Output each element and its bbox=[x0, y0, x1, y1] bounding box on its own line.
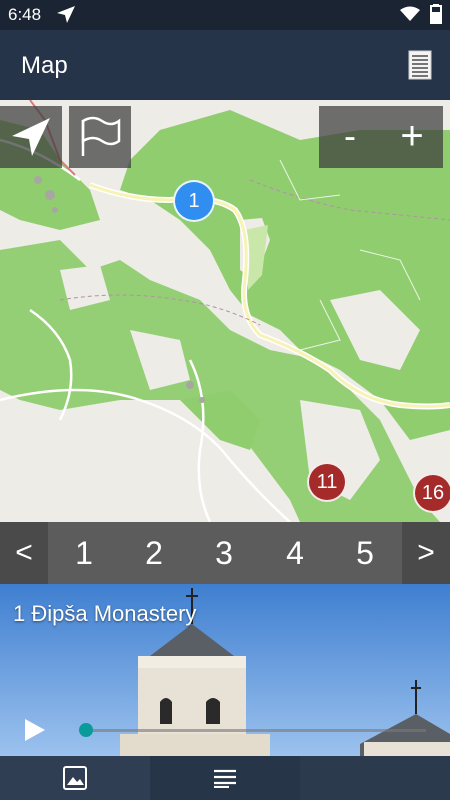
zoom-out-button[interactable]: - bbox=[319, 106, 381, 168]
image-icon bbox=[63, 766, 87, 790]
map-marker[interactable]: 1 bbox=[173, 180, 215, 222]
audio-progress-track[interactable] bbox=[86, 729, 426, 732]
zoom-in-button[interactable]: + bbox=[381, 106, 443, 168]
bottom-bar bbox=[0, 756, 450, 800]
tab-images[interactable] bbox=[0, 756, 150, 800]
map-view[interactable]: - + 1 11 16 bbox=[0, 100, 450, 522]
stop-pager: < 1 2 3 4 5 > bbox=[0, 522, 450, 584]
map-marker[interactable]: 11 bbox=[307, 462, 347, 502]
status-bar: 6:48 bbox=[0, 0, 450, 30]
tab-empty[interactable] bbox=[300, 756, 450, 800]
page-item[interactable]: 2 bbox=[132, 522, 176, 584]
page-item[interactable]: 3 bbox=[202, 522, 246, 584]
battery-icon bbox=[430, 4, 442, 24]
navigation-icon bbox=[57, 6, 75, 23]
text-list-icon bbox=[214, 769, 236, 788]
app-bar: Map bbox=[0, 30, 450, 100]
wifi-icon bbox=[400, 6, 420, 21]
page-item[interactable]: 1 bbox=[62, 522, 106, 584]
map-marker[interactable]: 16 bbox=[413, 473, 450, 513]
audio-progress-knob[interactable] bbox=[79, 723, 93, 737]
page-title: Map bbox=[21, 52, 68, 79]
page-item[interactable]: 5 bbox=[343, 522, 387, 584]
page-item[interactable]: 4 bbox=[273, 522, 317, 584]
flag-icon bbox=[81, 116, 121, 156]
stop-title: 1 Đipša Monastery bbox=[13, 601, 197, 626]
tab-text[interactable] bbox=[150, 756, 300, 800]
next-button[interactable]: > bbox=[402, 522, 450, 584]
list-icon[interactable] bbox=[408, 50, 432, 80]
zoom-controls: - + bbox=[319, 106, 443, 168]
locate-icon bbox=[12, 118, 50, 156]
prev-button[interactable]: < bbox=[0, 522, 48, 584]
flag-button[interactable] bbox=[69, 106, 131, 168]
stop-card[interactable]: 1 Đipša Monastery bbox=[0, 584, 450, 756]
status-time: 6:48 bbox=[8, 5, 42, 24]
play-icon[interactable] bbox=[22, 717, 48, 743]
locate-button[interactable] bbox=[0, 106, 62, 168]
